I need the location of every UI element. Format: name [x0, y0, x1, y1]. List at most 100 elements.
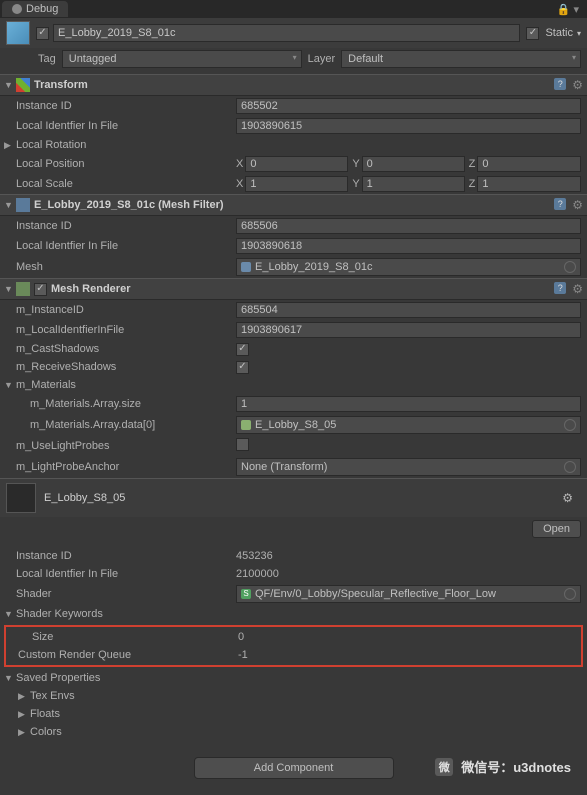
floats-label: Floats — [30, 708, 260, 720]
pos-y-input[interactable] — [362, 156, 465, 172]
object-picker-icon[interactable] — [564, 461, 576, 473]
kw-size-value: 0 — [238, 631, 579, 643]
gear-icon[interactable]: ⚙ — [572, 78, 583, 92]
layer-dropdown[interactable]: Default — [341, 50, 581, 68]
mr-lid-label: m_LocalIdentfierInFile — [6, 324, 236, 336]
instance-id-input[interactable] — [236, 98, 581, 114]
wechat-icon: 微 — [435, 758, 453, 776]
mf-iid-label: Instance ID — [6, 220, 236, 232]
local-position-label: Local Position — [6, 158, 236, 170]
foldout-icon[interactable]: ▶ — [18, 727, 30, 738]
foldout-icon[interactable]: ▼ — [4, 200, 16, 210]
x-label: X — [236, 178, 243, 190]
pos-z-input[interactable] — [477, 156, 581, 172]
object-picker-icon[interactable] — [564, 588, 576, 600]
mat-lid-value: 2100000 — [236, 568, 581, 580]
mf-lid-input[interactable] — [236, 238, 581, 254]
help-icon[interactable]: ? — [554, 198, 566, 210]
meshfilter-title: E_Lobby_2019_S8_01c (Mesh Filter) — [34, 199, 554, 211]
renderer-enabled-checkbox[interactable] — [34, 283, 47, 296]
mr-iid-input[interactable] — [236, 302, 581, 318]
foldout-icon[interactable]: ▼ — [4, 609, 16, 619]
cast-shadows-checkbox[interactable] — [236, 343, 249, 356]
crq-label: Custom Render Queue — [8, 649, 238, 661]
mr-lid-input[interactable] — [236, 322, 581, 338]
foldout-icon[interactable]: ▼ — [4, 80, 16, 90]
y-label: Y — [352, 158, 359, 170]
gear-icon[interactable]: ⚙ — [562, 491, 573, 505]
meshrenderer-title: Mesh Renderer — [51, 283, 554, 295]
static-checkbox[interactable] — [526, 27, 539, 40]
material-asset-icon — [241, 420, 251, 430]
foldout-icon[interactable]: ▶ — [18, 691, 30, 702]
local-rotation-label: Local Rotation — [16, 139, 246, 151]
highlight-annotation: Size0 Custom Render Queue-1 — [4, 625, 583, 667]
foldout-icon[interactable]: ▼ — [4, 380, 16, 390]
materials-label: m_Materials — [16, 379, 246, 391]
mesh-field[interactable]: E_Lobby_2019_S8_01c — [236, 258, 581, 276]
shader-field[interactable]: SQF/Env/0_Lobby/Specular_Reflective_Floo… — [236, 585, 581, 603]
tag-dropdown[interactable]: Untagged — [62, 50, 302, 68]
static-label: Static — [545, 27, 573, 39]
meshfilter-icon — [16, 198, 30, 212]
material-name: E_Lobby_S8_05 — [44, 492, 562, 504]
mesh-label: Mesh — [6, 261, 236, 273]
receive-shadows-checkbox[interactable] — [236, 361, 249, 374]
help-icon[interactable]: ? — [554, 78, 566, 90]
mesh-asset-icon — [241, 262, 251, 272]
mr-iid-label: m_InstanceID — [6, 304, 236, 316]
open-button[interactable]: Open — [532, 520, 581, 538]
anchor-label: m_LightProbeAnchor — [6, 461, 236, 473]
tab-label: Debug — [26, 3, 58, 15]
cast-shadows-label: m_CastShadows — [6, 343, 236, 355]
tag-label: Tag — [38, 53, 56, 65]
anchor-field[interactable]: None (Transform) — [236, 458, 581, 476]
add-component-button[interactable]: Add Component — [194, 757, 394, 779]
colors-label: Colors — [30, 726, 260, 738]
z-label: Z — [469, 178, 476, 190]
meshrenderer-icon — [16, 282, 30, 296]
object-picker-icon[interactable] — [564, 261, 576, 273]
x-label: X — [236, 158, 243, 170]
scale-y-input[interactable] — [362, 176, 465, 192]
static-dropdown-icon[interactable]: ▾ — [577, 29, 581, 38]
mat-data0-field[interactable]: E_Lobby_S8_05 — [236, 416, 581, 434]
mat-size-label: m_Materials.Array.size — [6, 398, 236, 410]
texenvs-label: Tex Envs — [30, 690, 260, 702]
mat-iid-value: 453236 — [236, 550, 581, 562]
material-preview — [6, 483, 36, 513]
transform-title: Transform — [34, 79, 554, 91]
object-picker-icon[interactable] — [564, 419, 576, 431]
enabled-checkbox[interactable] — [36, 27, 49, 40]
mat-iid-label: Instance ID — [6, 550, 236, 562]
tab-debug[interactable]: Debug — [2, 1, 68, 17]
mf-iid-input[interactable] — [236, 218, 581, 234]
foldout-icon[interactable]: ▶ — [18, 709, 30, 720]
local-scale-label: Local Scale — [6, 178, 236, 190]
foldout-icon[interactable]: ▶ — [4, 140, 16, 151]
gameobject-name-input[interactable] — [53, 24, 520, 42]
scale-x-input[interactable] — [245, 176, 348, 192]
mat-size-input[interactable] — [236, 396, 581, 412]
help-icon[interactable]: ? — [554, 282, 566, 294]
mf-lid-label: Local Identfier In File — [6, 240, 236, 252]
gameobject-icon — [6, 21, 30, 45]
scale-z-input[interactable] — [477, 176, 581, 192]
gear-icon[interactable]: ⚙ — [572, 282, 583, 296]
local-id-input[interactable] — [236, 118, 581, 134]
shader-label: Shader — [6, 588, 236, 600]
foldout-icon[interactable]: ▼ — [4, 673, 16, 683]
receive-shadows-label: m_ReceiveShadows — [6, 361, 236, 373]
y-label: Y — [352, 178, 359, 190]
foldout-icon[interactable]: ▼ — [4, 284, 16, 294]
gear-icon[interactable]: ⚙ — [572, 198, 583, 212]
pos-x-input[interactable] — [245, 156, 348, 172]
layer-label: Layer — [308, 53, 336, 65]
watermark: 微 微信号：u3dnotes — [435, 757, 571, 776]
use-lightprobes-checkbox[interactable] — [236, 438, 249, 451]
lock-menu[interactable]: 🔒 ▾ — [551, 3, 585, 16]
info-icon — [12, 4, 22, 14]
local-id-label: Local Identfier In File — [6, 120, 236, 132]
transform-icon — [16, 78, 30, 92]
saved-props-label: Saved Properties — [16, 672, 246, 684]
